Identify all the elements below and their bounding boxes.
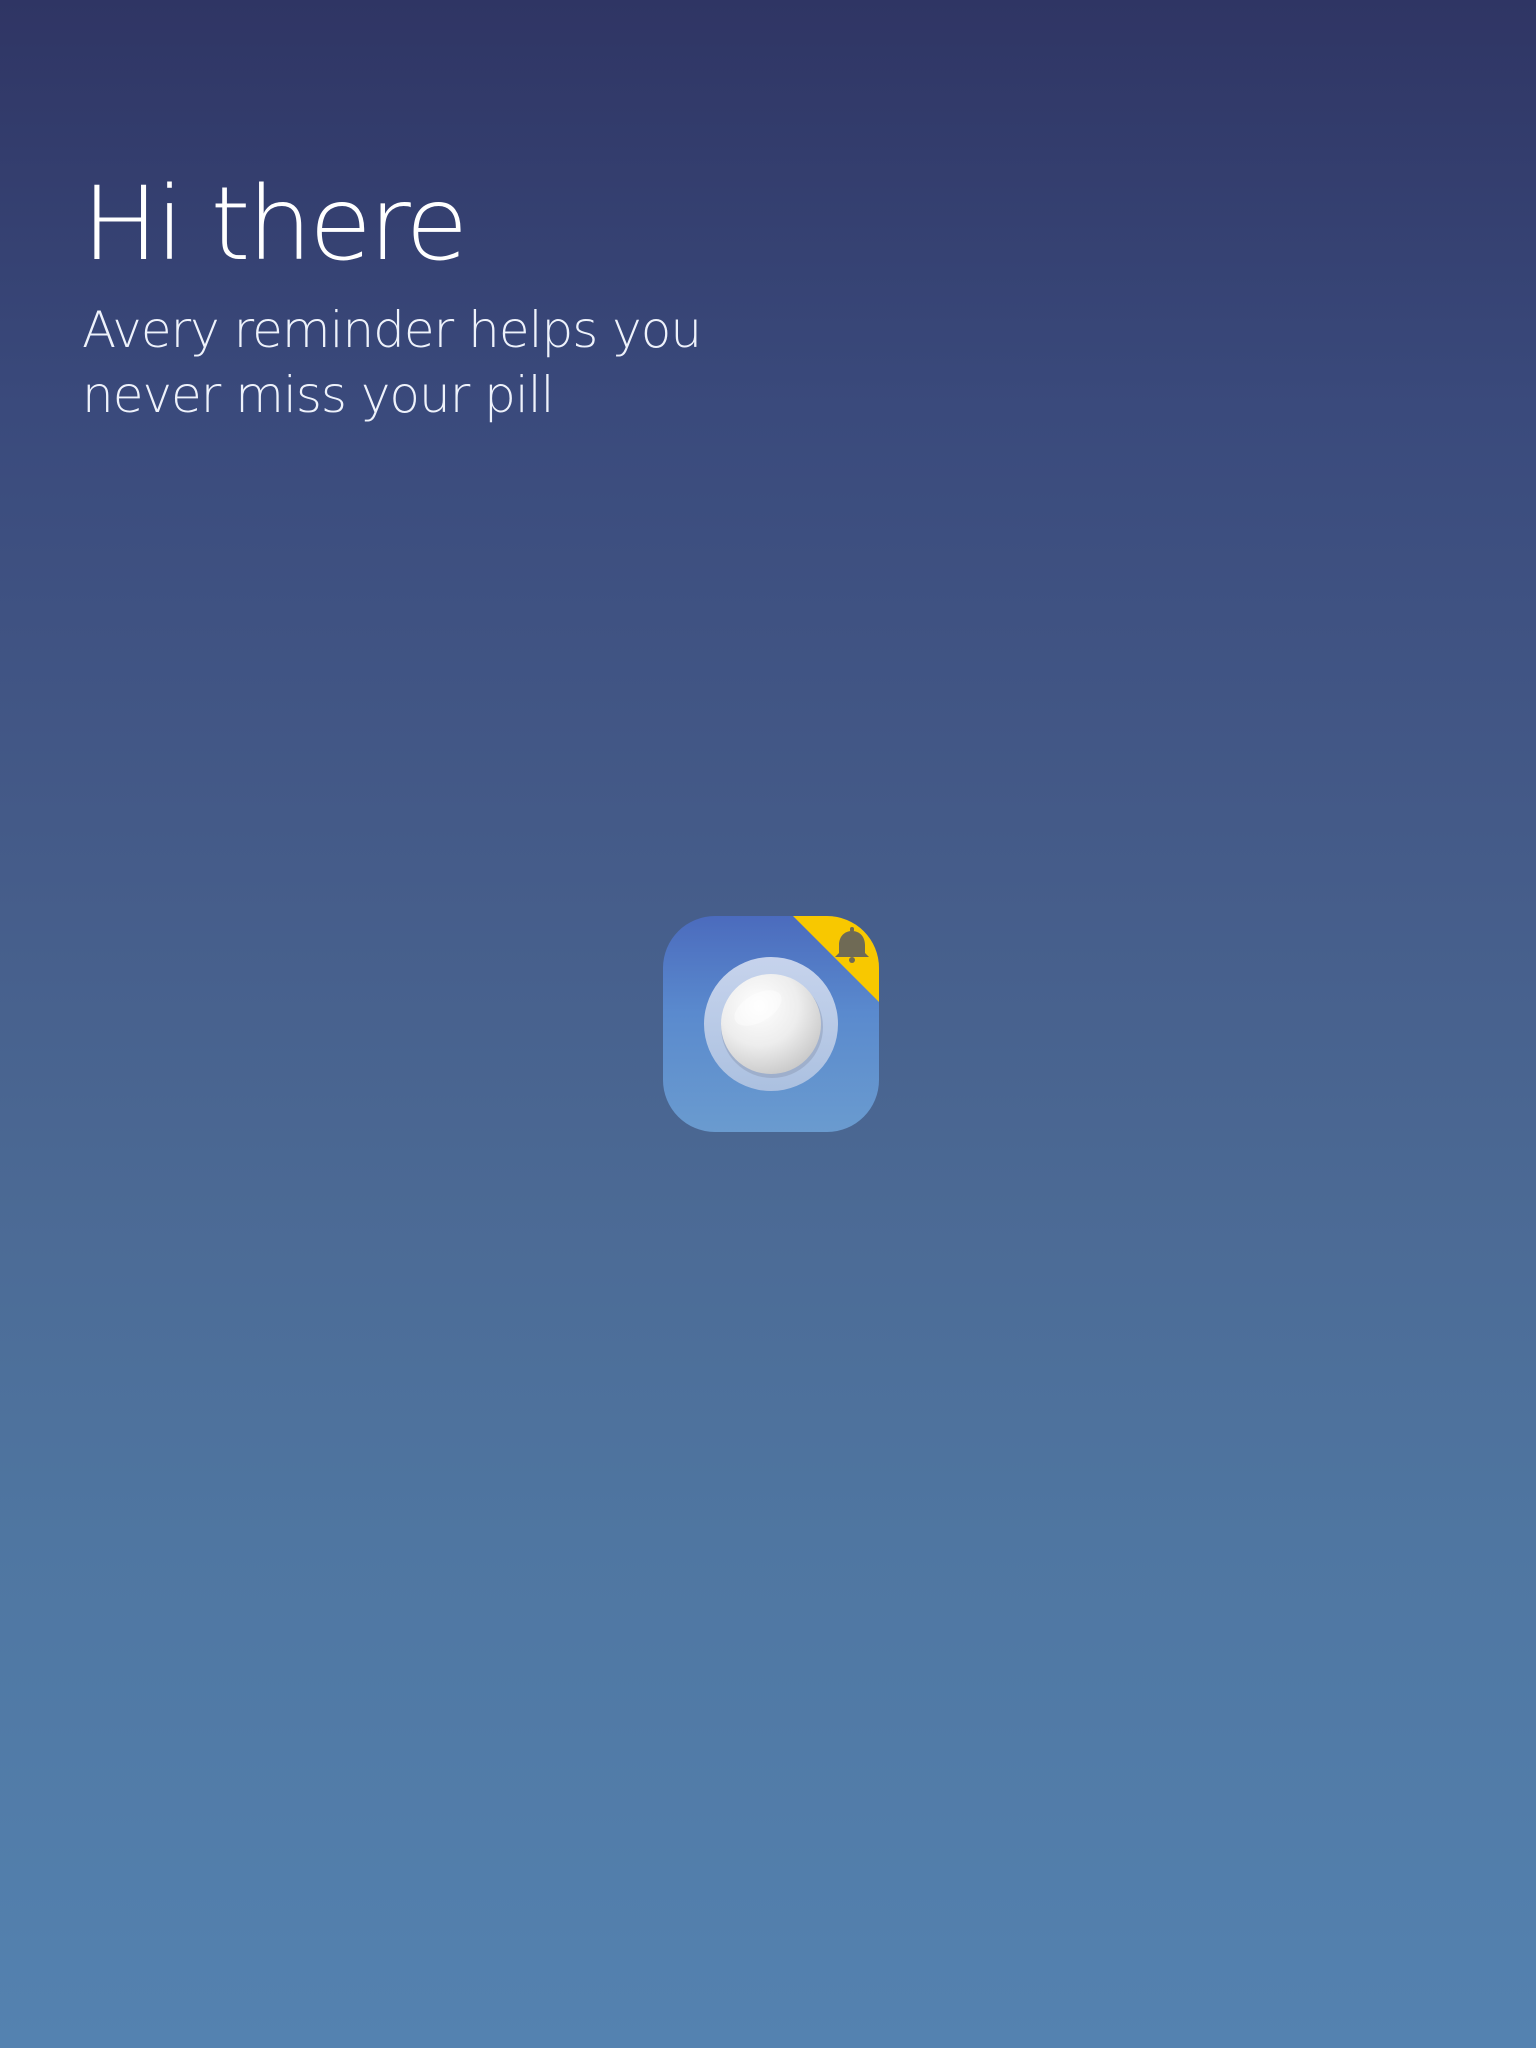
welcome-subtitle: Avery reminder helps you never miss your…	[82, 301, 702, 424]
welcome-title: Hi there	[82, 165, 468, 284]
pill-icon	[704, 916, 879, 1091]
app-icon	[663, 916, 879, 1132]
welcome-section: Hi there Avery reminder helps you never …	[82, 160, 982, 428]
